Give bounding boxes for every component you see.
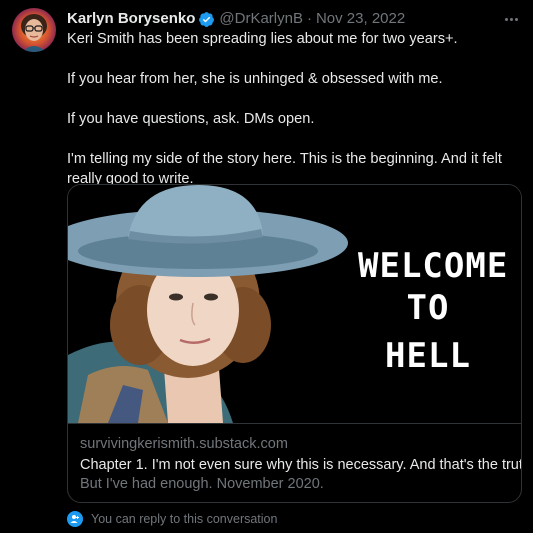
tweet-line: Keri Smith has been spreading lies about…: [67, 31, 458, 47]
tweet-line: I'm telling my side of the story here. T…: [67, 151, 502, 187]
reply-notice-text: You can reply to this conversation: [91, 512, 278, 526]
tweet-text: Keri Smith has been spreading lies about…: [67, 29, 522, 189]
verified-badge-icon: [198, 11, 215, 28]
tweet-line: If you have questions, ask. DMs open.: [67, 111, 315, 127]
banner-word: HELL: [385, 336, 471, 376]
link-card-title: Chapter 1. I'm not even sure why this is…: [80, 457, 522, 473]
link-card[interactable]: WELCOME TO HELL survivingkerismith.subst…: [67, 184, 522, 503]
avatar-image: [12, 8, 56, 52]
separator: ·: [306, 10, 312, 27]
avatar[interactable]: [12, 8, 56, 52]
reply-permission-icon: [67, 511, 83, 527]
card-divider: [68, 423, 521, 424]
tweet-date[interactable]: Nov 23, 2022: [316, 9, 405, 29]
link-card-description: But I've had enough. November 2020.: [80, 476, 324, 492]
banner-word: TO: [406, 288, 450, 328]
display-name[interactable]: Karlyn Borysenko: [67, 9, 195, 29]
tweet-line: If you hear from her, she is unhinged & …: [67, 71, 443, 87]
handle[interactable]: @DrKarlynB: [219, 9, 303, 29]
tweet[interactable]: Karlyn Borysenko @DrKarlynB · Nov 23, 20…: [0, 0, 533, 533]
link-card-domain: survivingkerismith.substack.com: [80, 436, 288, 452]
more-horizontal-icon[interactable]: [501, 9, 521, 29]
reply-notice: You can reply to this conversation: [67, 510, 277, 528]
tweet-header: Karlyn Borysenko @DrKarlynB · Nov 23, 20…: [67, 9, 523, 29]
link-card-image: WELCOME TO HELL: [68, 185, 521, 423]
